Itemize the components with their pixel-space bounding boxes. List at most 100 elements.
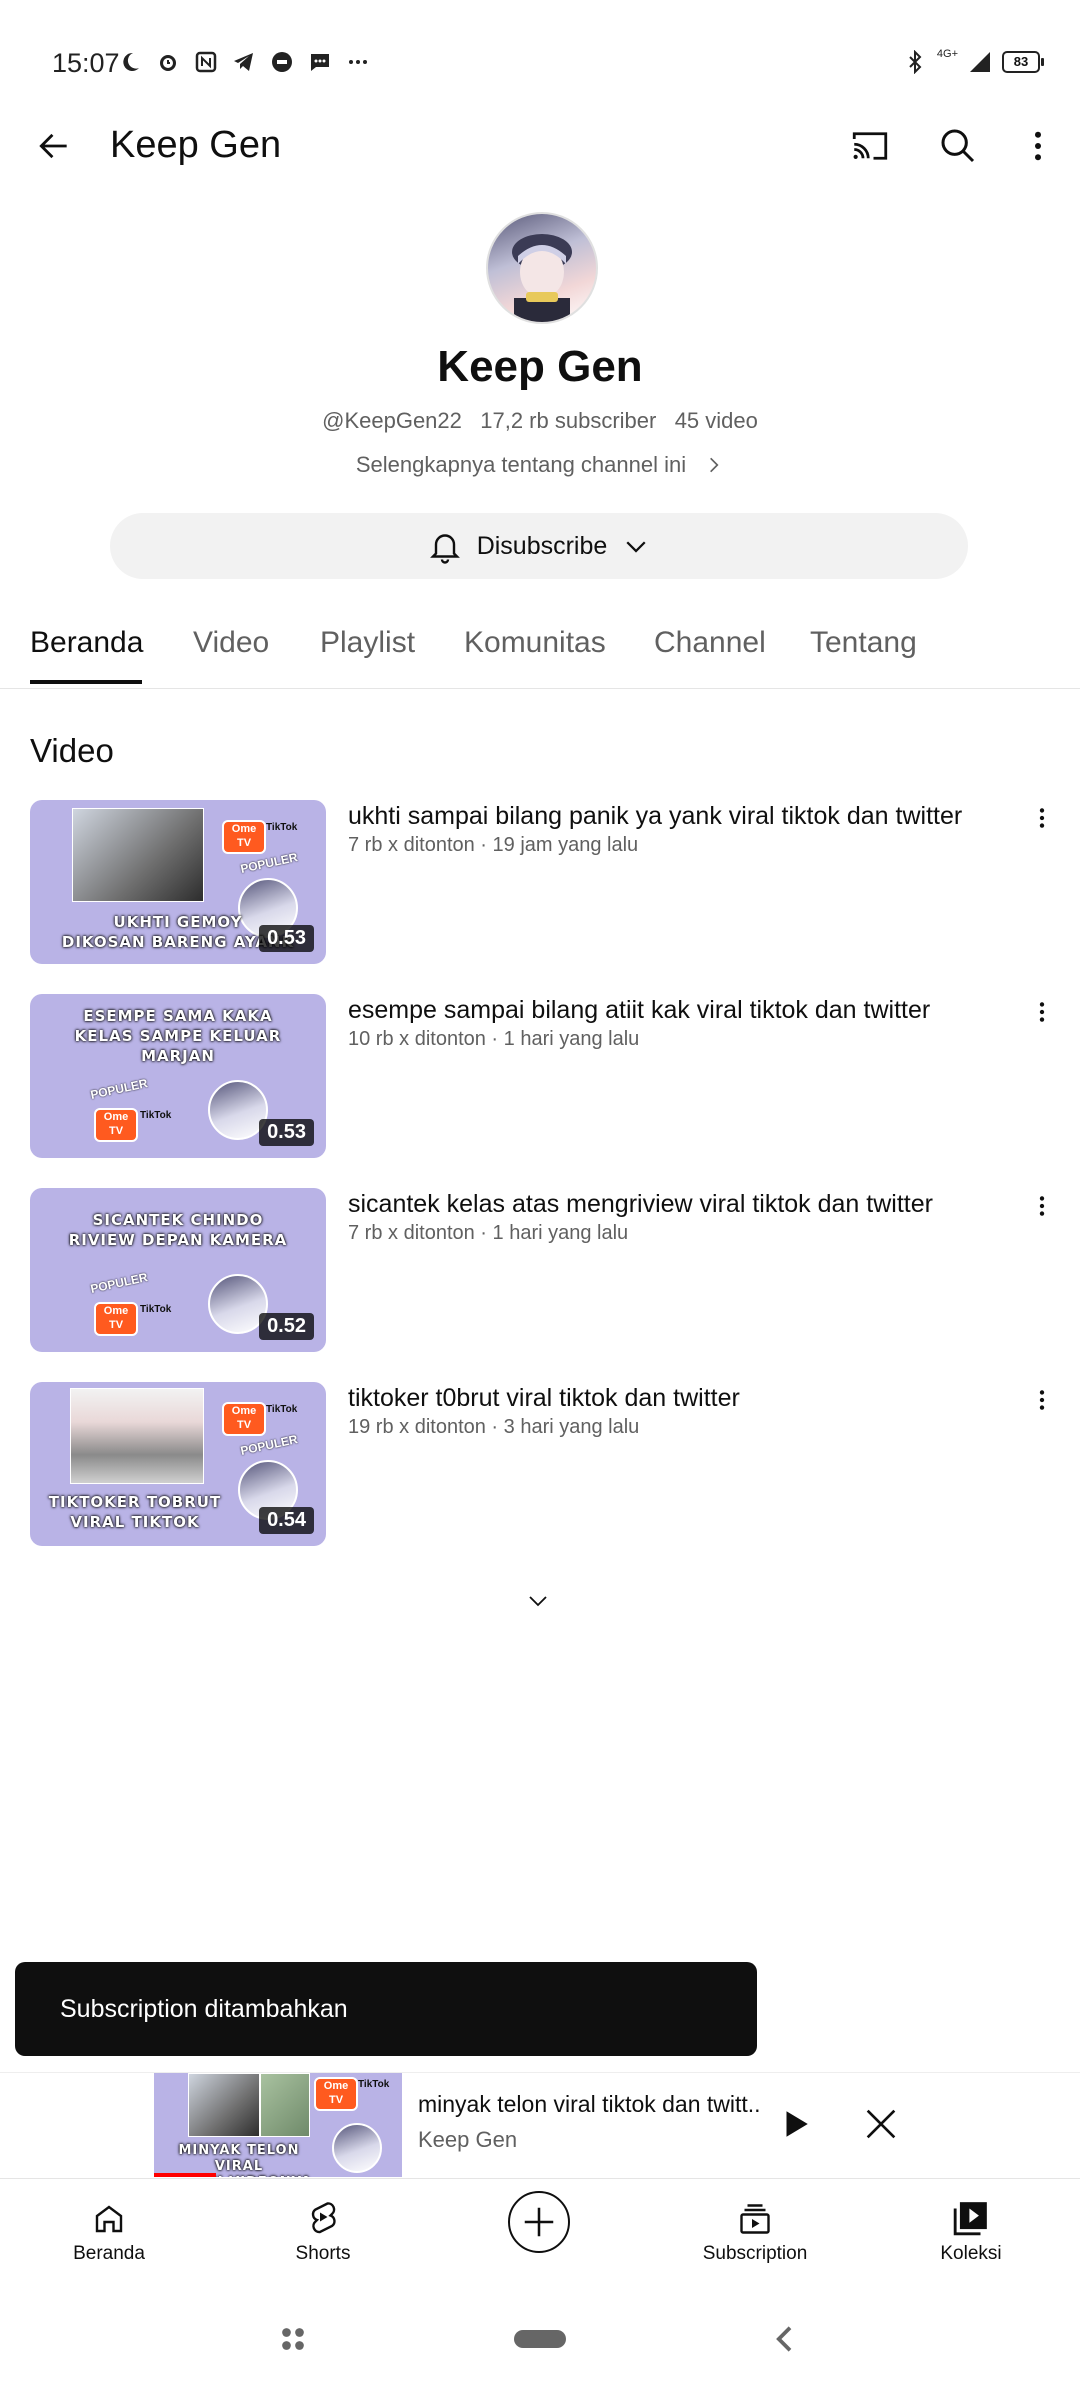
- more-vert-icon: [1039, 1002, 1045, 1022]
- subscribe-label: Disubscribe: [476, 531, 608, 560]
- tiktok-logo: TikTok: [266, 822, 298, 833]
- tab-komunitas[interactable]: Komunitas: [464, 626, 606, 660]
- back-button[interactable]: [24, 116, 84, 176]
- channel-name: Keep Gen: [437, 342, 643, 391]
- tab-channel[interactable]: Channel: [654, 626, 766, 660]
- ome-tv-logo: Ome TV: [222, 1402, 266, 1436]
- tiktok-logo: TikTok: [266, 1404, 298, 1415]
- video-title[interactable]: esempe sampai bilang atiit kak viral tik…: [348, 994, 998, 1026]
- thumbnail-caption: MINYAK TELON VIRAL INIKAH VIDEONYA: [166, 2143, 311, 2177]
- back-arrow-icon: [39, 133, 67, 159]
- status-time: 15:07: [52, 48, 120, 78]
- cast-icon: [852, 132, 888, 160]
- more-options-button[interactable]: [1008, 116, 1068, 176]
- chevron-right-icon: [710, 457, 719, 473]
- video-count: 45 video: [674, 408, 758, 433]
- play-icon: [786, 2111, 808, 2137]
- tiktok-logo: TikTok: [140, 1304, 172, 1315]
- mini-player-play-button[interactable]: [772, 2101, 818, 2147]
- tab-playlist[interactable]: Playlist: [320, 626, 415, 660]
- chat-icon: [311, 54, 329, 71]
- thumbnail-photo: [70, 1388, 204, 1484]
- video-meta: 7 rb x ditonton · 19 jam yang lalu: [348, 834, 639, 856]
- avatar-illustration: [512, 234, 572, 322]
- thumbnail-badge: POPULER: [89, 1270, 149, 1296]
- mini-player-thumbnail[interactable]: Ome TV TikTok MINYAK TELON VIRAL INIKAH …: [154, 2073, 402, 2177]
- system-back-icon[interactable]: [770, 2322, 800, 2356]
- chevron-down-icon: [626, 541, 646, 553]
- nav-subscription[interactable]: Subscription: [680, 2193, 830, 2265]
- channel-avatar[interactable]: [486, 212, 598, 324]
- video-title[interactable]: tiktoker t0brut viral tiktok dan twitter: [348, 1382, 998, 1414]
- mini-player-channel: Keep Gen: [418, 2127, 518, 2152]
- tiktok-logo: TikTok: [358, 2079, 390, 2090]
- add-icon: [524, 2207, 554, 2237]
- video-list-item[interactable]: SICANTEK CHINDO RIVIEW DEPAN KAMERA POPU…: [30, 1188, 1060, 1354]
- nav-koleksi[interactable]: Koleksi: [896, 2193, 1046, 2265]
- thumbnail-photo: [260, 2073, 310, 2137]
- video-more-button[interactable]: [1024, 994, 1060, 1030]
- system-navigation-bar: [0, 2286, 1080, 2400]
- more-vert-icon: [1035, 131, 1041, 161]
- more-vert-icon: [1039, 1196, 1045, 1216]
- more-vert-icon: [1039, 808, 1045, 828]
- more-about-link[interactable]: Selengkapnya tentang channel ini: [0, 452, 1080, 478]
- thumbnail-caption: TIKTOKER TOBRUT VIRAL TIKTOK: [48, 1493, 222, 1531]
- video-list-item[interactable]: Ome TV TikTok POPULER TIKTOKER TOBRUT VI…: [30, 1382, 1060, 1548]
- video-more-button[interactable]: [1024, 800, 1060, 836]
- create-button[interactable]: [508, 2191, 570, 2253]
- mini-player-close-button[interactable]: [856, 2099, 906, 2149]
- video-meta: 7 rb x ditonton · 1 hari yang lalu: [348, 1222, 629, 1244]
- tab-beranda[interactable]: Beranda: [30, 626, 143, 660]
- video-list-item[interactable]: Ome TV TikTok POPULER UKHTI GEMOY DIKOSA…: [30, 800, 1060, 966]
- bluetooth-icon: [909, 50, 922, 74]
- thumbnail-caption: ESEMPE SAMA KAKA KELAS SAMPE KELUAR MARJ…: [74, 1007, 282, 1065]
- status-notification-icons: [118, 50, 370, 74]
- search-icon: [941, 129, 975, 163]
- app-bar-title: Keep Gen: [110, 124, 282, 166]
- home-pill[interactable]: [514, 2330, 566, 2348]
- nav-beranda[interactable]: Beranda: [34, 2193, 184, 2265]
- close-icon: [866, 2109, 896, 2139]
- video-title[interactable]: sicantek kelas atas mengriview viral tik…: [348, 1188, 998, 1220]
- network-type-label: 4G+: [936, 48, 958, 60]
- video-duration: 0.53: [259, 925, 314, 952]
- bell-icon: [429, 534, 460, 564]
- battery-icon: 83: [1002, 51, 1044, 73]
- home-icon: [95, 2205, 123, 2233]
- video-duration: 0.54: [259, 1507, 314, 1534]
- cast-button[interactable]: [840, 116, 900, 176]
- mini-player[interactable]: Ome TV TikTok MINYAK TELON VIRAL INIKAH …: [0, 2072, 1080, 2179]
- video-more-button[interactable]: [1024, 1188, 1060, 1224]
- thumbnail-avatar: [332, 2123, 382, 2173]
- video-thumbnail[interactable]: ESEMPE SAMA KAKA KELAS SAMPE KELUAR MARJ…: [30, 994, 326, 1158]
- search-button[interactable]: [928, 116, 988, 176]
- video-thumbnail[interactable]: Ome TV TikTok POPULER UKHTI GEMOY DIKOSA…: [30, 800, 326, 964]
- video-list-item[interactable]: ESEMPE SAMA KAKA KELAS SAMPE KELUAR MARJ…: [30, 994, 1060, 1160]
- nav-label: Shorts: [295, 2243, 351, 2264]
- chevron-down-icon: [529, 1596, 547, 1607]
- library-icon: [953, 2202, 987, 2236]
- more-vert-icon: [1039, 1390, 1045, 1410]
- video-title[interactable]: ukhti sampai bilang panik ya yank viral …: [348, 800, 998, 832]
- alarm-icon: [160, 55, 176, 71]
- video-duration: 0.53: [259, 1119, 314, 1146]
- recent-apps-icon[interactable]: [280, 2326, 306, 2352]
- tiktok-logo: TikTok: [140, 1110, 172, 1121]
- more-notifications-icon: [349, 60, 367, 64]
- video-thumbnail[interactable]: SICANTEK CHINDO RIVIEW DEPAN KAMERA POPU…: [30, 1188, 326, 1352]
- tab-tentang[interactable]: Tentang: [810, 626, 917, 660]
- video-more-button[interactable]: [1024, 1382, 1060, 1418]
- subscribe-button[interactable]: Disubscribe: [110, 513, 968, 579]
- nfc-icon: [195, 51, 217, 73]
- video-thumbnail[interactable]: Ome TV TikTok POPULER TIKTOKER TOBRUT VI…: [30, 1382, 326, 1546]
- snackbar: Subscription ditambahkan: [15, 1962, 757, 2056]
- mini-player-title: minyak telon viral tiktok dan twitt..: [418, 2091, 761, 2117]
- nav-shorts[interactable]: Shorts: [248, 2193, 398, 2265]
- ome-tv-logo: Ome TV: [94, 1302, 138, 1336]
- signal-icon: [970, 52, 990, 72]
- ome-tv-logo: Ome TV: [222, 820, 266, 854]
- tab-video[interactable]: Video: [193, 626, 269, 660]
- subscriptions-icon: [740, 2204, 770, 2234]
- expand-videos-button[interactable]: [516, 1586, 560, 1616]
